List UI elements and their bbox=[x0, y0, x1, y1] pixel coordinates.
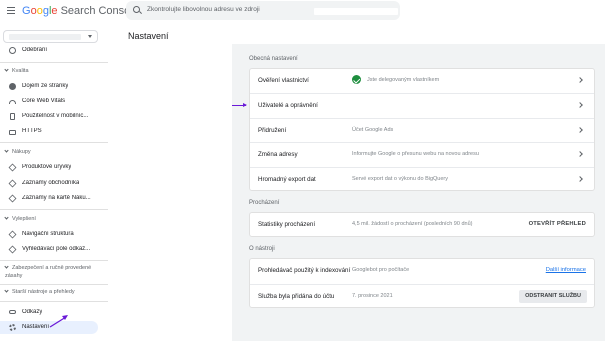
row-title: Změna adresy bbox=[258, 151, 298, 158]
row-indexing-crawler: Prohledávač použitý k indexování Googleb… bbox=[250, 259, 594, 283]
section-security[interactable]: Zabezpečení a ručně provedené zásahy bbox=[4, 264, 105, 280]
diamond-icon bbox=[8, 245, 17, 254]
crawling-card: Statistiky procházení 4,5 mil. žádostí o… bbox=[249, 212, 595, 237]
row-value: 4,5 mil. žádostí o procházení (posledníc… bbox=[352, 221, 473, 227]
sidebar-item-core-web-vitals[interactable]: Core Web Vitals bbox=[0, 95, 98, 108]
lock-icon bbox=[9, 130, 16, 135]
row-title: Prohledávač použitý k indexování bbox=[258, 267, 351, 274]
redacted-property bbox=[9, 34, 81, 40]
search-placeholder: Zkontrolujte libovolnou adresu ve zdroji bbox=[147, 6, 260, 13]
diamond-icon bbox=[8, 179, 17, 188]
speedometer-icon bbox=[9, 100, 16, 104]
sidebar-item-page-experience[interactable]: Dojem ze stránky bbox=[0, 80, 98, 93]
page-title: Nastavení bbox=[128, 31, 169, 41]
open-report-button[interactable]: OTEVŘÍT PŘEHLED bbox=[529, 221, 586, 227]
sidebar-item-label: Záznamy obchodníka bbox=[22, 180, 80, 186]
brand-google: Google bbox=[22, 5, 58, 17]
general-settings-card: Ověření vlastnictví Jste delegovaným vla… bbox=[249, 68, 595, 191]
section-quality[interactable]: Kvalita bbox=[4, 67, 29, 74]
row-title: Přidružení bbox=[258, 127, 287, 134]
sidebar-item-merchant-listings[interactable]: Záznamy obchodníka bbox=[0, 177, 98, 190]
top-bar: Google Search Console Zkontrolujte libov… bbox=[0, 0, 605, 22]
chevron-right-icon bbox=[577, 127, 583, 133]
sidebar-item-sitelinks-searchbox[interactable]: Vyhledávací pole odkaz... bbox=[0, 243, 98, 256]
page-experience-icon bbox=[9, 83, 16, 90]
row-value: Jste delegovaným vlastníkem bbox=[367, 77, 440, 83]
row-title: Ověření vlastnictví bbox=[258, 77, 309, 84]
diamond-icon bbox=[8, 230, 17, 239]
annotation-arrow-users bbox=[232, 102, 247, 108]
about-card: Prohledávač použitý k indexování Googleb… bbox=[249, 258, 595, 308]
redacted-domain bbox=[314, 8, 398, 15]
diamond-icon bbox=[8, 163, 17, 172]
row-users-permissions[interactable]: Uživatelé a oprávnění bbox=[250, 93, 594, 117]
gear-icon bbox=[9, 324, 16, 331]
row-bulk-export[interactable]: Hromadný export dat Servé export dat o v… bbox=[250, 167, 594, 191]
url-inspection-search[interactable]: Zkontrolujte libovolnou adresu ve zdroji bbox=[126, 1, 400, 20]
sidebar-item-label: Záznamy na kartě Náku... bbox=[22, 195, 91, 201]
section-shopping[interactable]: Nákupy bbox=[4, 148, 31, 155]
row-ownership-verification[interactable]: Ověření vlastnictví Jste delegovaným vla… bbox=[250, 69, 594, 93]
divider bbox=[0, 209, 108, 210]
sidebar-item-breadcrumbs[interactable]: Navigační struktura bbox=[0, 228, 98, 241]
property-selector[interactable] bbox=[3, 30, 98, 43]
chevron-right-icon bbox=[577, 77, 583, 83]
divider bbox=[0, 142, 108, 143]
sidebar-item-label: Dojem ze stránky bbox=[22, 83, 69, 89]
sidebar-item-label: Použitelnost v mobilníc... bbox=[22, 113, 89, 119]
link-icon bbox=[9, 310, 16, 314]
section-label-about: O nástroji bbox=[249, 246, 275, 252]
chevron-right-icon bbox=[577, 102, 583, 108]
annotation-arrow-settings bbox=[49, 315, 68, 328]
divider bbox=[0, 301, 108, 302]
row-value: Servé export dat o výkonu do BigQuery bbox=[352, 176, 448, 182]
remove-property-button[interactable]: ODSTRANIT SLUŽBU bbox=[519, 290, 587, 303]
row-change-address[interactable]: Změna adresy Informujte Google o přesunu… bbox=[250, 142, 594, 166]
sidebar-item-label: HTTPS bbox=[22, 128, 42, 134]
diamond-icon bbox=[8, 194, 17, 203]
row-value: Účet Google Ads bbox=[352, 127, 394, 133]
sidebar-item-label: Vyhledávací pole odkaz... bbox=[22, 246, 91, 252]
divider bbox=[0, 284, 108, 285]
row-property-added: Služba byla přidána do účtu 7. prosince … bbox=[250, 284, 594, 308]
sidebar-item-label: Navigační struktura bbox=[22, 231, 74, 237]
row-associations[interactable]: Přidružení Účet Google Ads bbox=[250, 118, 594, 142]
sidebar-item-https[interactable]: HTTPS bbox=[0, 125, 98, 138]
chevron-right-icon bbox=[577, 151, 583, 157]
app-logo[interactable]: Google Search Console bbox=[22, 5, 139, 17]
row-value: Googlebot pro počítače bbox=[352, 267, 410, 273]
phone-icon bbox=[10, 113, 15, 120]
row-title: Služba byla přidána do účtu bbox=[258, 293, 335, 300]
sidebar-item-label: Core Web Vitals bbox=[22, 98, 66, 104]
chevron-down-icon bbox=[88, 35, 92, 38]
search-icon bbox=[133, 6, 140, 13]
sidebar-item-shopping-tab-listings[interactable]: Záznamy na kartě Náku... bbox=[0, 192, 98, 205]
sidebar: Odebrání Kvalita Dojem ze stránky Core W… bbox=[0, 22, 108, 341]
learn-more-link[interactable]: Další informace bbox=[546, 267, 586, 273]
removal-icon bbox=[9, 47, 16, 54]
sidebar-item-label: Produktové úryvky bbox=[22, 164, 72, 170]
section-enhancements[interactable]: Vylepšení bbox=[4, 215, 36, 222]
menu-icon[interactable] bbox=[7, 7, 15, 14]
sidebar-item-label: Odkazy bbox=[22, 309, 43, 315]
section-legacy-tools[interactable]: Starší nástroje a přehledy bbox=[4, 288, 75, 295]
sidebar-item-product-snippets[interactable]: Produktové úryvky bbox=[0, 161, 98, 174]
row-value: 7. prosince 2021 bbox=[352, 293, 393, 299]
sidebar-item-label: Nastavení bbox=[22, 324, 50, 330]
section-label-crawling: Procházení bbox=[249, 200, 280, 206]
section-label-general: Obecná nastavení bbox=[249, 56, 298, 62]
row-crawl-stats: Statistiky procházení 4,5 mil. žádostí o… bbox=[250, 213, 594, 237]
row-value: Informujte Google o přesunu webu na novo… bbox=[352, 151, 479, 157]
divider bbox=[0, 62, 108, 63]
chevron-right-icon bbox=[577, 176, 583, 182]
row-title: Uživatelé a oprávnění bbox=[258, 102, 318, 109]
divider bbox=[0, 260, 108, 261]
check-circle-icon bbox=[352, 75, 361, 84]
sidebar-item-label: Odebrání bbox=[22, 47, 48, 53]
sidebar-item-mobile-usability[interactable]: Použitelnost v mobilníc... bbox=[0, 110, 98, 123]
sidebar-item-removals[interactable]: Odebrání bbox=[0, 44, 98, 57]
row-title: Hromadný export dat bbox=[258, 176, 316, 183]
row-title: Statistiky procházení bbox=[258, 221, 316, 228]
